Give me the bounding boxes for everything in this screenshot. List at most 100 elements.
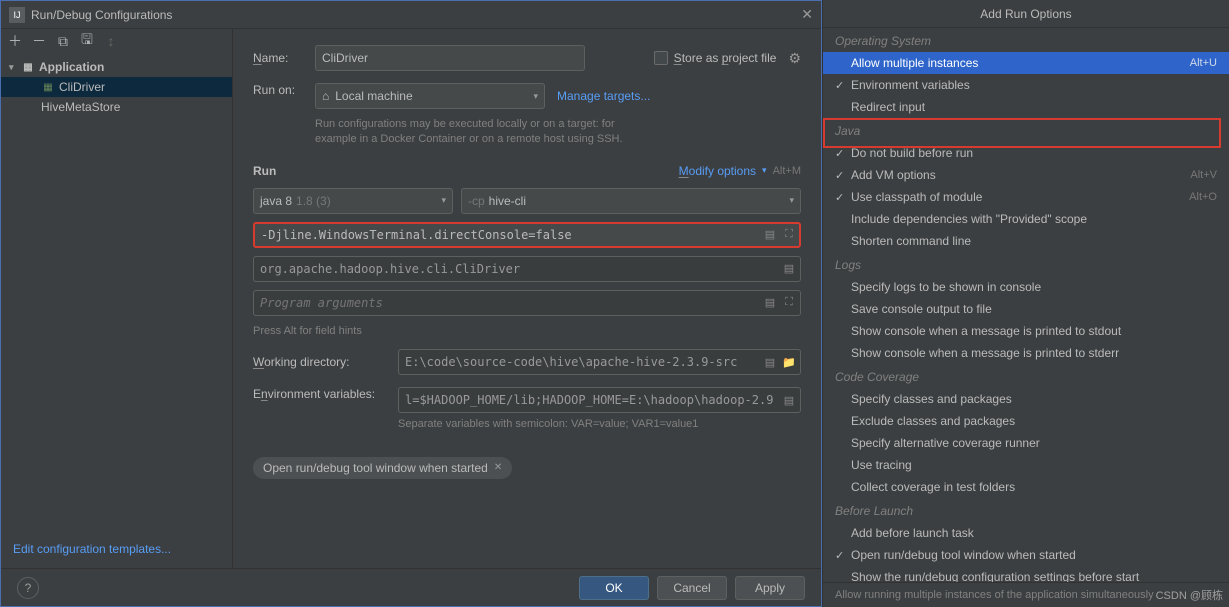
tree-label: HiveMetaStore [41, 100, 120, 114]
dialog-body: ＋ － ⧉ 🖫 ↕ ▾ ▦ Application ▦ CliDriver Hi… [1, 29, 821, 568]
option-row[interactable]: Collect coverage in test folders [823, 476, 1229, 498]
name-input[interactable] [315, 45, 585, 71]
option-row[interactable]: Include dependencies with "Provided" sco… [823, 208, 1229, 230]
expand-icon[interactable]: ▤ [781, 261, 797, 277]
option-row[interactable]: Show the run/debug configuration setting… [823, 566, 1229, 582]
tree-footer: Edit configuration templates... [1, 530, 232, 568]
dialog-title: Run/Debug Configurations [31, 8, 801, 22]
name-label: Name: [253, 51, 315, 65]
apply-button[interactable]: Apply [735, 576, 805, 600]
watermark: CSDN @顾栋 [1156, 587, 1223, 603]
expand-icon[interactable]: ▤ [762, 354, 778, 370]
manage-targets-link[interactable]: Manage targets... [557, 89, 650, 103]
option-row[interactable]: Save console output to file [823, 298, 1229, 320]
group-header: Logs [823, 252, 1229, 276]
option-row[interactable]: Show console when a message is printed t… [823, 320, 1229, 342]
tree-panel: ＋ － ⧉ 🖫 ↕ ▾ ▦ Application ▦ CliDriver Hi… [1, 29, 233, 568]
tree-node-clidriver[interactable]: ▦ CliDriver [1, 77, 232, 97]
store-as-project-row[interactable]: Store as project file ⚙ [654, 50, 801, 67]
chevron-down-icon: ▾ [533, 91, 538, 102]
expand-icon[interactable]: ▤ [762, 227, 778, 243]
modify-options-link[interactable]: Modify options [679, 164, 756, 178]
tree-node-hivemetastore[interactable]: HiveMetaStore [1, 97, 232, 117]
option-row[interactable]: Show console when a message is printed t… [823, 342, 1229, 364]
fullscreen-icon[interactable]: ⛶ [781, 295, 797, 311]
option-row[interactable]: Exclude classes and packages [823, 410, 1229, 432]
option-row[interactable]: Allow multiple instances Alt+U [823, 52, 1229, 74]
expand-icon[interactable]: ▤ [762, 295, 778, 311]
runon-dropdown[interactable]: ⌂ Local machine ▾ [315, 83, 545, 109]
option-row[interactable]: ✓Add VM optionsAlt+V [823, 164, 1229, 186]
classpath-dropdown[interactable]: -cp hive-cli ▾ [461, 188, 801, 214]
folder-icon[interactable]: 📁 [781, 354, 797, 370]
target-icon: ⌂ [322, 89, 329, 103]
tree-node-application[interactable]: ▾ ▦ Application [1, 57, 232, 77]
option-row[interactable]: Specify classes and packages [823, 388, 1229, 410]
option-row[interactable]: Redirect input [823, 96, 1229, 118]
store-label: Store as project file [674, 51, 777, 65]
edit-templates-link[interactable]: Edit configuration templates... [13, 542, 171, 556]
cancel-button[interactable]: Cancel [657, 576, 727, 600]
vm-options-input[interactable] [253, 222, 801, 248]
runon-label: Run on: [253, 83, 315, 97]
save-icon[interactable]: 🖫 [79, 33, 95, 49]
close-icon[interactable]: ✕ [801, 6, 813, 23]
add-run-options-panel: Add Run Options Operating SystemAllow mu… [822, 0, 1229, 607]
env-input[interactable] [398, 387, 801, 413]
option-row[interactable]: Shorten command line [823, 230, 1229, 252]
close-icon[interactable]: ✕ [494, 462, 502, 473]
chevron-down-icon: ▾ [789, 195, 794, 206]
tree-toolbar: ＋ － ⧉ 🖫 ↕ [1, 29, 232, 53]
help-button[interactable]: ? [17, 577, 39, 599]
check-icon: ✓ [835, 147, 844, 160]
vm-options-wrap: ▤⛶ [253, 222, 801, 248]
option-label: Save console output to file [851, 302, 992, 316]
option-label: Allow multiple instances [851, 56, 978, 70]
shortcut-label: Alt+U [1190, 57, 1217, 69]
option-label: Show the run/debug configuration setting… [851, 570, 1139, 582]
cp-prefix: -cp [468, 194, 485, 208]
jdk-value: java 8 [260, 194, 292, 208]
side-title: Add Run Options [823, 0, 1229, 28]
option-label: Add before launch task [851, 526, 974, 540]
option-row[interactable]: Specify alternative coverage runner [823, 432, 1229, 454]
option-row[interactable]: Specify logs to be shown in console [823, 276, 1229, 298]
env-help: Separate variables with semicolon: VAR=v… [398, 417, 801, 432]
store-checkbox[interactable] [654, 51, 668, 65]
option-row[interactable]: ✓Do not build before run [823, 142, 1229, 164]
jdk-dropdown[interactable]: java 8 1.8 (3) ▾ [253, 188, 453, 214]
option-row[interactable]: Use tracing [823, 454, 1229, 476]
expand-icon[interactable]: ▤ [781, 392, 797, 408]
group-header: Operating System [823, 28, 1229, 52]
jdk-cp-row: java 8 1.8 (3) ▾ -cp hive-cli ▾ [253, 188, 801, 214]
check-icon: ✓ [835, 79, 844, 92]
main-class-input[interactable] [253, 256, 801, 282]
option-label: Specify classes and packages [851, 392, 1012, 406]
option-row[interactable]: ✓Open run/debug tool window when started [823, 544, 1229, 566]
option-label: Use classpath of module [851, 190, 982, 204]
option-label: Specify alternative coverage runner [851, 436, 1040, 450]
sort-icon[interactable]: ↕ [103, 33, 119, 49]
runon-value: Local machine [335, 89, 412, 103]
remove-icon[interactable]: － [31, 33, 47, 49]
workdir-row: Working directory: ▤📁 [253, 349, 801, 375]
add-icon[interactable]: ＋ [7, 33, 23, 49]
option-label: Open run/debug tool window when started [851, 548, 1076, 562]
modify-shortcut: Alt+M [773, 165, 801, 177]
runon-help1: Run configurations may be executed local… [315, 117, 801, 132]
option-label: Specify logs to be shown in console [851, 280, 1041, 294]
copy-icon[interactable]: ⧉ [55, 33, 71, 49]
run-section-title: Run [253, 164, 276, 178]
program-args-input[interactable] [253, 290, 801, 316]
workdir-input[interactable] [398, 349, 801, 375]
option-row[interactable]: ✓Use classpath of moduleAlt+O [823, 186, 1229, 208]
ok-button[interactable]: OK [579, 576, 649, 600]
option-label: Include dependencies with "Provided" sco… [851, 212, 1087, 226]
option-row[interactable]: Add before launch task [823, 522, 1229, 544]
check-icon: ✓ [835, 169, 844, 182]
fullscreen-icon[interactable]: ⛶ [781, 227, 797, 243]
titlebar: IJ Run/Debug Configurations ✕ [1, 1, 821, 29]
option-row[interactable]: ✓Environment variables [823, 74, 1229, 96]
gear-icon[interactable]: ⚙ [788, 50, 801, 67]
option-label: Redirect input [851, 100, 925, 114]
